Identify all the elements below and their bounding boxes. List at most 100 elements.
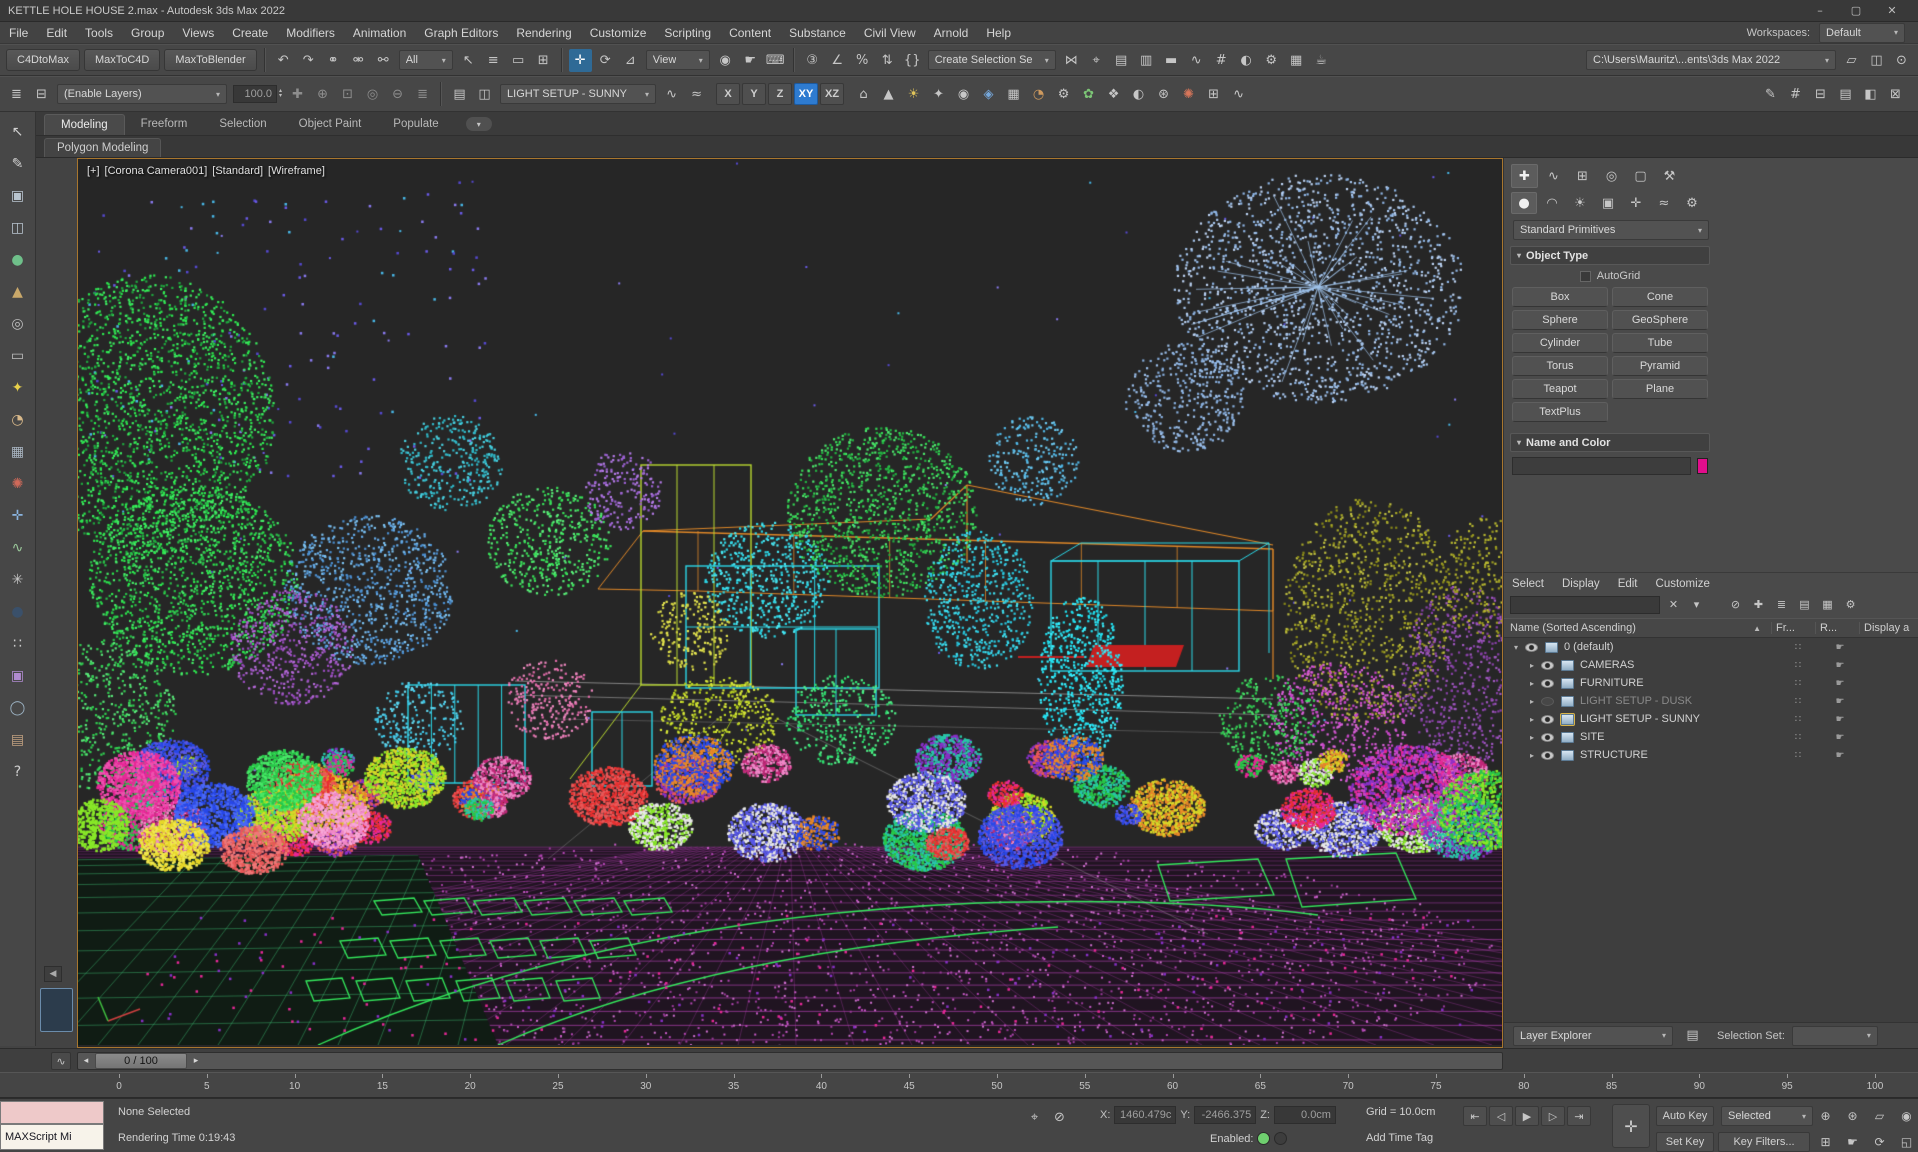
expcol-r[interactable]: R... [1816, 622, 1860, 634]
display-hierarchy-icon[interactable]: ▤ [1794, 595, 1815, 614]
grid-plus-tool-icon[interactable]: ⊞ [1202, 83, 1225, 106]
sunlight-tool-icon[interactable]: ☀ [902, 83, 925, 106]
tool-burst-icon[interactable]: ✳ [5, 567, 31, 593]
macro-recorder-pane[interactable] [0, 1101, 104, 1124]
open-folder-icon[interactable]: ▱ [1840, 49, 1863, 72]
add-time-tag-button[interactable]: Add Time Tag [1366, 1132, 1433, 1144]
select-and-link-icon[interactable]: ⚭ [322, 49, 345, 72]
pick-parent-icon[interactable]: ✚ [1748, 595, 1769, 614]
menu-item-scripting[interactable]: Scripting [655, 24, 720, 42]
space-warps-category-icon[interactable]: ≈ [1651, 192, 1677, 214]
named-selection-set-combo[interactable]: Create Selection Se [927, 50, 1056, 70]
add-selection-to-layer-icon[interactable]: ⊕ [311, 83, 334, 106]
close-button[interactable]: ✕ [1875, 2, 1909, 20]
menu-item-create[interactable]: Create [223, 24, 277, 42]
shade-toggle-icon[interactable]: ◧ [1859, 83, 1882, 106]
pyramid-tool-icon[interactable]: ▲ [877, 83, 900, 106]
select-and-move-icon[interactable]: ✛ [568, 48, 592, 72]
render-toggle[interactable]: ☛ [1820, 732, 1860, 743]
autogrid-checkbox[interactable]: AutoGrid [1512, 270, 1708, 282]
layer-properties-icon[interactable]: ≣ [411, 83, 434, 106]
select-and-rotate-icon[interactable]: ⟳ [594, 49, 617, 72]
expand-icon[interactable]: ▸ [1526, 733, 1538, 742]
tool-dark-sphere-icon[interactable]: ● [5, 599, 31, 625]
menu-item-arnold[interactable]: Arnold [925, 24, 978, 42]
create-torus-button[interactable]: Torus [1512, 356, 1608, 376]
undo-icon[interactable]: ↶ [272, 49, 295, 72]
expand-icon[interactable]: ▸ [1526, 697, 1538, 706]
visibility-eye-icon[interactable] [1525, 642, 1538, 652]
create-cone-button[interactable]: Cone [1612, 287, 1708, 307]
grid-tool-icon[interactable]: ▦ [1002, 83, 1025, 106]
spinner-snap-icon[interactable]: ⇅ [876, 49, 899, 72]
select-and-manipulate-icon[interactable]: ☛ [739, 49, 762, 72]
toggle-scene-explorer-icon[interactable]: ▤ [1110, 49, 1133, 72]
bind-to-space-warp-icon[interactable]: ⚯ [372, 49, 395, 72]
material-editor-icon[interactable]: ◐ [1235, 49, 1258, 72]
visibility-eye-icon[interactable] [1541, 732, 1554, 742]
create-new-layer-icon[interactable]: ✚ [286, 83, 309, 106]
light-lister-icon[interactable]: ∿ [660, 83, 683, 106]
active-layer-select[interactable]: LIGHT SETUP - SUNNY [500, 84, 657, 104]
expmenu-customize[interactable]: Customize [1656, 578, 1710, 590]
helpers-category-icon[interactable]: ✛ [1623, 192, 1649, 214]
expand-icon[interactable]: ▾ [1510, 643, 1522, 652]
schematic-view-icon[interactable]: # [1210, 49, 1233, 72]
visibility-eye-icon[interactable] [1541, 714, 1554, 724]
time-slider-handle[interactable]: 0 / 100 [95, 1053, 187, 1069]
create-plane-button[interactable]: Plane [1612, 379, 1708, 399]
angle-snap-icon[interactable]: ∠ [826, 49, 849, 72]
spinner-arrows-icon[interactable] [279, 89, 282, 99]
object-color-swatch[interactable] [1697, 458, 1708, 474]
tool-plane-icon[interactable]: ▭ [5, 343, 31, 369]
visibility-eye-icon[interactable] [1541, 678, 1554, 688]
name-color-rollout-header[interactable]: ▾ Name and Color [1510, 433, 1710, 452]
field-of-view-icon[interactable]: ⊞ [1813, 1132, 1838, 1152]
viewport-shading-menu[interactable]: [Wireframe] [268, 165, 325, 177]
viewport-layout-tab-active[interactable] [40, 988, 73, 1032]
viewport-render-preset-menu[interactable]: [Standard] [212, 165, 263, 177]
create-teapot-button[interactable]: Teapot [1512, 379, 1608, 399]
explorer-list-icon[interactable]: ▤ [1681, 1024, 1704, 1047]
layer-row-light-setup-sunny[interactable]: ▸ LIGHT SETUP - SUNNY ∷ ☛ [1504, 710, 1918, 728]
viewport-pov-menu[interactable]: [Corona Camera001] [105, 165, 208, 177]
viewport-general-menu[interactable]: [+] [87, 165, 100, 177]
rectangular-selection-region-icon[interactable]: ▭ [507, 49, 530, 72]
ornament-tool-icon[interactable]: ❖ [1102, 83, 1125, 106]
cameras-category-icon[interactable]: ▣ [1595, 192, 1621, 214]
tool-cone-icon[interactable]: ▲ [5, 279, 31, 305]
expand-icon[interactable]: ▸ [1526, 661, 1538, 670]
object-type-rollout-header[interactable]: ▾ Object Type [1510, 246, 1710, 265]
axis-constraint-y[interactable]: Y [742, 83, 767, 105]
circle-star-tool-icon[interactable]: ⊛ [1152, 83, 1175, 106]
render-toggle[interactable]: ☛ [1820, 678, 1860, 689]
key-selection-filter-select[interactable]: Selected [1721, 1106, 1813, 1126]
set-current-layer-icon[interactable]: ◎ [361, 83, 384, 106]
manage-layers-icon[interactable]: ⊟ [30, 83, 53, 106]
container-icon[interactable]: ⊟ [1809, 83, 1832, 106]
enabled-toggle-on[interactable] [1257, 1132, 1271, 1145]
menu-item-graph-editors[interactable]: Graph Editors [415, 24, 507, 42]
layer-row-cameras[interactable]: ▸ CAMERAS ∷ ☛ [1504, 656, 1918, 674]
keyboard-shortcut-override-icon[interactable]: ⌨ [764, 49, 787, 72]
expand-icon[interactable]: ▸ [1526, 715, 1538, 724]
get-layer-from-selection-icon[interactable]: ⊖ [386, 83, 409, 106]
ribbon-display-toggle-icon[interactable]: ▾ [465, 117, 492, 131]
ribbon-tab-selection[interactable]: Selection [203, 114, 282, 135]
isolate-layer-icon[interactable]: ▤ [448, 83, 471, 106]
create-cylinder-button[interactable]: Cylinder [1512, 333, 1608, 353]
maximize-button[interactable]: ▢ [1839, 2, 1873, 20]
axis-constraint-xy[interactable]: XY [794, 83, 819, 105]
menu-item-views[interactable]: Views [173, 24, 223, 42]
edit-named-selection-sets-icon[interactable]: {} [901, 49, 924, 72]
x-coordinate-field[interactable]: 1460.479c [1114, 1106, 1177, 1124]
tool-star-icon[interactable]: ✦ [5, 375, 31, 401]
transform-typein-icon[interactable]: ⌖ [1023, 1106, 1046, 1129]
render-setup-icon[interactable]: ⚙ [1260, 49, 1283, 72]
next-frame-button[interactable]: ▷ [1541, 1106, 1565, 1126]
scene-list-icon[interactable]: ▤ [1834, 83, 1857, 106]
tool-dots-icon[interactable]: ∷ [5, 631, 31, 657]
tool-spray-icon[interactable]: ✺ [5, 471, 31, 497]
tool-sphere-icon[interactable]: ● [5, 247, 31, 273]
viewport-layout-tabs-arrow[interactable]: ◀ [44, 966, 62, 982]
